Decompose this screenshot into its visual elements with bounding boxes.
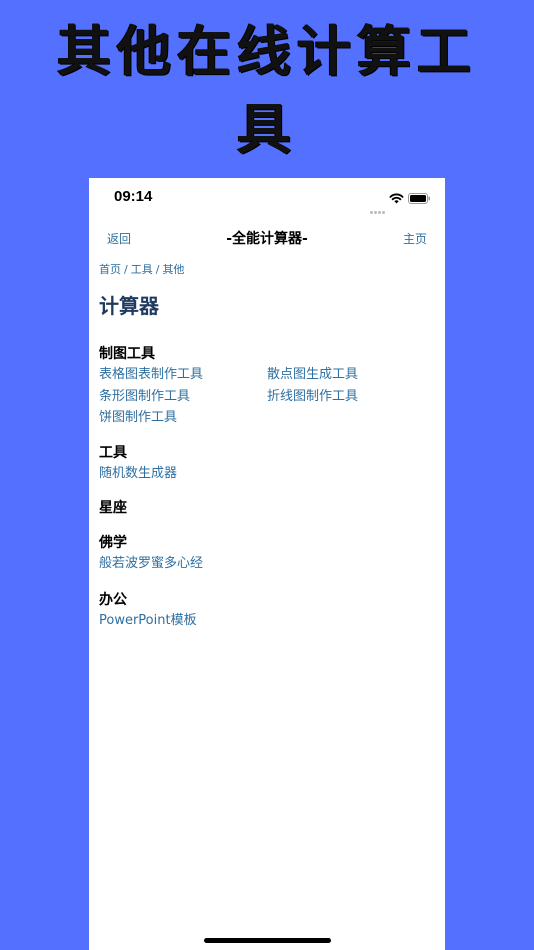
section-buddhism: 佛学 般若波罗蜜多心经 bbox=[99, 533, 435, 575]
link-powerpoint-templates[interactable]: PowerPoint模板 bbox=[99, 610, 267, 632]
breadcrumb-home[interactable]: 首页 bbox=[99, 263, 121, 276]
status-bar: 09:14 bbox=[89, 178, 445, 222]
link-list: PowerPoint模板 bbox=[99, 610, 435, 632]
link-list: 表格图表制作工具 散点图生成工具 条形图制作工具 折线图制作工具 饼图制作工具 bbox=[99, 364, 435, 429]
breadcrumb-separator: / bbox=[124, 263, 128, 276]
link-pie-chart-tool[interactable]: 饼图制作工具 bbox=[99, 407, 267, 429]
section-title: 制图工具 bbox=[99, 346, 155, 362]
home-indicator[interactable] bbox=[204, 938, 331, 943]
section-zodiac: 星座 bbox=[99, 498, 435, 518]
headline-line-2: 具 bbox=[237, 97, 297, 161]
status-time: 09:14 bbox=[114, 188, 153, 205]
section-title: 工具 bbox=[99, 444, 127, 461]
link-table-chart-tool[interactable]: 表格图表制作工具 bbox=[99, 364, 267, 386]
section-charting-tools: 制图工具 表格图表制作工具 散点图生成工具 条形图制作工具 折线图制作工具 饼图… bbox=[99, 344, 435, 429]
headline-line-1: 其他在线计算工 bbox=[57, 19, 477, 83]
promo-headline: 其他在线计算工 具 bbox=[0, 12, 534, 168]
section-title: 佛学 bbox=[99, 535, 127, 551]
battery-icon bbox=[408, 193, 430, 204]
navigation-bar: 返回 -全能计算器- 主页 bbox=[89, 226, 445, 252]
link-scatter-plot-tool[interactable]: 散点图生成工具 bbox=[267, 364, 435, 386]
breadcrumb-tools[interactable]: 工具 bbox=[131, 263, 153, 276]
breadcrumb-separator: / bbox=[155, 263, 160, 276]
section-title: 星座 bbox=[99, 500, 127, 516]
nav-title: -全能计算器- bbox=[226, 231, 308, 247]
section-office: 办公 PowerPoint模板 bbox=[99, 590, 435, 632]
signal-dots-icon bbox=[370, 199, 386, 214]
breadcrumb-other[interactable]: 其他 bbox=[162, 263, 184, 276]
link-random-number-generator[interactable]: 随机数生成器 bbox=[99, 463, 267, 485]
breadcrumb: 首页 / 工具 / 其他 bbox=[99, 262, 435, 278]
wifi-icon bbox=[389, 193, 404, 204]
section-tools: 工具 随机数生成器 bbox=[99, 443, 435, 485]
phone-screen: 09:14 返回 -全能计算器- 主页 首页 / 工具 / 其他 计算器 制图工具 表格… bbox=[89, 178, 445, 950]
link-heart-sutra[interactable]: 般若波罗蜜多心经 bbox=[99, 553, 267, 575]
link-bar-chart-tool[interactable]: 条形图制作工具 bbox=[99, 386, 267, 408]
page-title: 计算器 bbox=[99, 294, 159, 318]
link-list: 般若波罗蜜多心经 bbox=[99, 553, 435, 575]
home-button[interactable]: 主页 bbox=[403, 230, 427, 247]
main-content: 首页 / 工具 / 其他 计算器 制图工具 表格图表制作工具 散点图生成工具 条形图制作… bbox=[99, 262, 435, 631]
section-title: 办公 bbox=[99, 591, 127, 608]
link-list: 随机数生成器 bbox=[99, 463, 435, 485]
link-line-chart-tool[interactable]: 折线图制作工具 bbox=[267, 386, 435, 408]
